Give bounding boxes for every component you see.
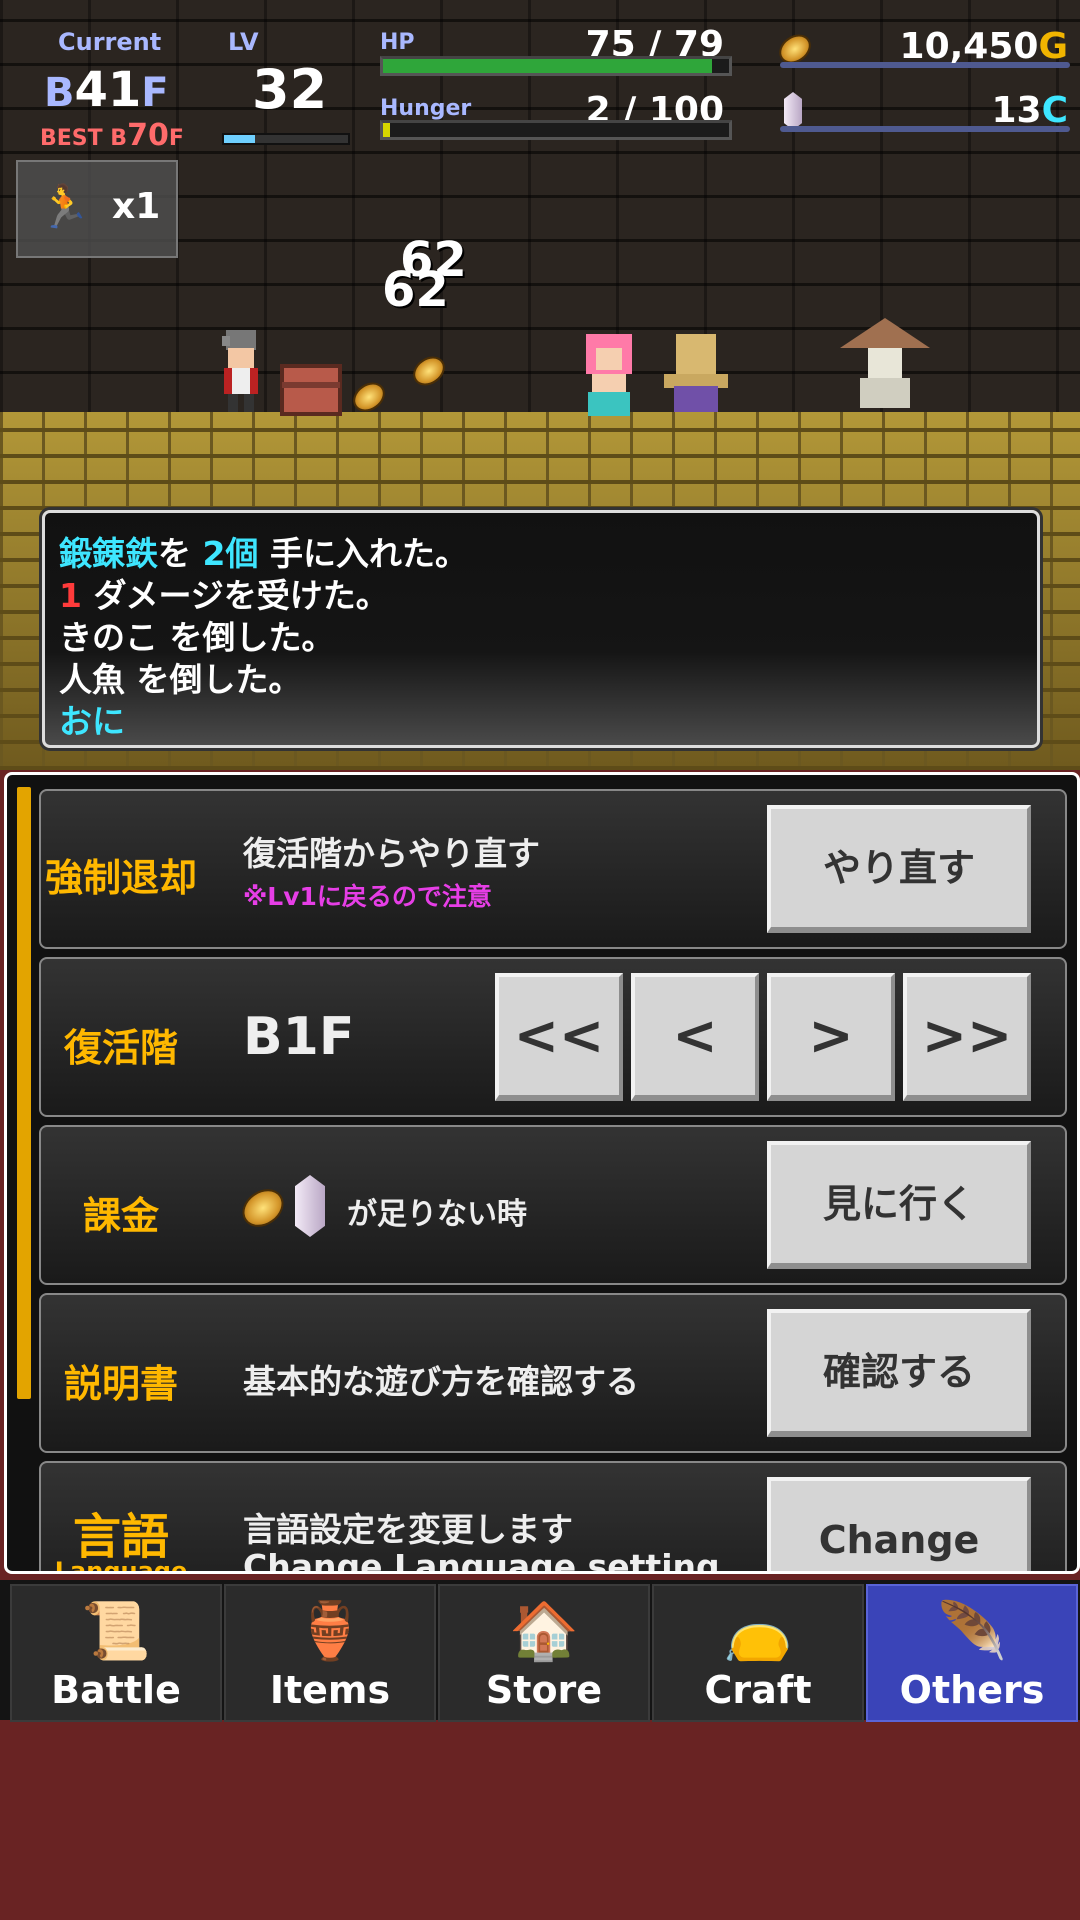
message-log: 鍛錬鉄を 2個 手に入れた。 1 ダメージを受けた。 きのこ を倒した。 人魚 … [42,510,1040,748]
tab-others[interactable]: 🪶 Others [866,1584,1078,1722]
house-icon: 🏠 [509,1599,579,1664]
hp-bar-fill [383,59,712,73]
floor-prefix: B [44,70,75,116]
current-floor-label: Current [58,28,162,56]
floor-next-button[interactable]: > [767,973,895,1101]
treasure-chest-sprite [280,364,342,416]
crystal-display: 13C [860,90,1068,131]
log-text: ダメージを受けた。 [81,576,389,615]
mushroom-sprite [840,318,930,408]
level-value: 32 [252,58,328,121]
oni-sprite [664,334,728,412]
retreat-row: 強制退却 復活階からやり直す ※Lv1に戻るので注意 やり直す [39,789,1067,949]
hp-label: HP [380,30,415,55]
language-description-en: Change Language setting [243,1547,720,1574]
language-description: 言語設定を変更します [243,1510,573,1549]
billing-label: 課金 [82,1194,159,1238]
tab-items[interactable]: 🏺 Items [224,1584,436,1722]
billing-row: 課金 が足りない時 見に行く [39,1125,1067,1285]
exp-bar-fill [224,135,255,143]
change-language-button[interactable]: Change [767,1477,1031,1571]
tab-label: Items [269,1668,391,1712]
current-floor: B41F [44,62,169,118]
floor-last-button[interactable]: >> [903,973,1031,1101]
crystal-unit: C [1041,90,1068,131]
log-line: 人魚 を倒した。 [59,660,302,699]
mermaid-sprite [586,334,632,416]
manual-label: 説明書 [63,1362,178,1406]
hero-sprite [222,330,258,412]
others-menu-panel[interactable]: 強制退却 復活階からやり直す ※Lv1に戻るので注意 やり直す 復活階 B1F … [4,772,1080,1574]
gold-coin-icon [235,1181,291,1235]
hunger-label: Hunger [380,96,472,121]
scrollbar[interactable] [17,787,31,1399]
retreat-warning: ※Lv1に戻るので注意 [243,882,492,911]
quill-icon: 🪶 [937,1599,1007,1664]
log-line: きのこ を倒した。 [59,618,335,657]
book-icon: 📜 [81,1599,151,1664]
log-line: 鍛錬鉄を 2個 手に入れた。 [59,527,468,575]
crystal-icon [784,92,802,130]
gold-coin-drop [407,350,451,392]
tab-craft[interactable]: 👝 Craft [652,1584,864,1722]
respawn-floor-value: B1F [243,1007,355,1067]
go-to-store-button[interactable]: 見に行く [767,1141,1031,1269]
speed-multiplier: x1 [112,186,161,227]
hp-bar [380,56,732,76]
floor-number: 41 [74,62,142,118]
manual-description: 基本的な遊び方を確認する [243,1362,639,1401]
language-sublabel: Language [54,1557,188,1574]
log-text: 手に入れた。 [258,534,468,573]
tab-label: Craft [704,1668,812,1712]
hunger-bar [380,120,732,140]
best-floor: BEST B70F [40,118,184,153]
floor-prev-button[interactable]: < [631,973,759,1101]
log-line: おに [59,702,125,741]
respawn-floor-row: 復活階 B1F << < > >> [39,957,1067,1117]
manual-row: 説明書 基本的な遊び方を確認する 確認する [39,1293,1067,1453]
confirm-manual-button[interactable]: 確認する [767,1309,1031,1437]
level-label: LV [228,28,259,56]
hunger-bar-fill [383,123,390,137]
floor-suffix: F [141,70,169,116]
billing-description: が足りない時 [347,1197,527,1232]
pot-icon: 🏺 [295,1599,365,1664]
crystal-value: 13 [991,90,1042,131]
gold-value: 10,450 [899,26,1039,67]
tab-label: Battle [51,1668,181,1712]
crystal-icon [295,1175,325,1237]
tab-label: Store [485,1668,603,1712]
damage-number: 62 [382,262,449,318]
game-view: Current B41F BEST B70F LV 32 HP 75 / 79 … [0,0,1080,770]
log-damage-amount: 1 [59,576,82,615]
retreat-label: 強制退却 [44,856,197,900]
gold-unit: G [1038,26,1068,67]
running-man-icon: 🏃 [38,182,91,231]
exp-bar [222,133,350,145]
log-line: 1 ダメージを受けた。 [59,569,389,617]
speed-toggle-button[interactable]: 🏃 x1 [16,160,178,258]
best-suffix: F [168,126,184,151]
gold-display: 10,450G [860,26,1068,67]
tab-label: Others [899,1668,1045,1712]
log-item-count: 2個 [202,534,259,573]
bag-icon: 👝 [723,1599,793,1664]
tab-battle[interactable]: 📜 Battle [10,1584,222,1722]
best-number: 70 [127,118,169,153]
tab-store[interactable]: 🏠 Store [438,1584,650,1722]
log-text: を [158,534,203,573]
best-label: BEST B [40,126,128,151]
floor-first-button[interactable]: << [495,973,623,1101]
language-row: 言語 Language 言語設定を変更します Change Language s… [39,1461,1067,1574]
bottom-navigation: 📜 Battle 🏺 Items 🏠 Store 👝 Craft 🪶 Other… [0,1580,1080,1722]
retreat-description: 復活階からやり直す [243,834,540,873]
log-item-name: 鍛錬鉄 [59,534,158,573]
respawn-floor-label: 復活階 [63,1026,178,1070]
retry-button[interactable]: やり直す [767,805,1031,933]
